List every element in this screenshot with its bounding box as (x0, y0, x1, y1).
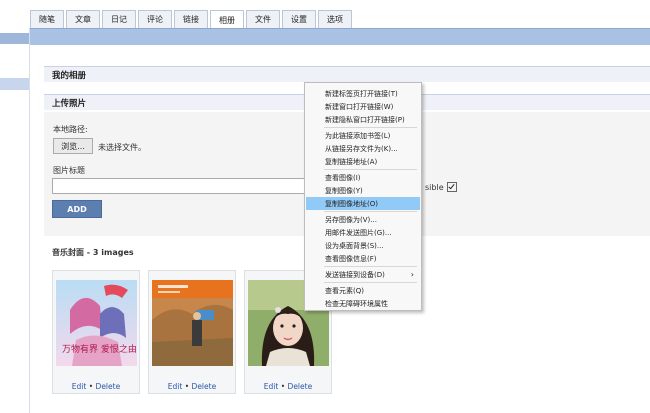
tab-links[interactable]: 链接 (174, 10, 208, 28)
thumbnail-caption: 万物有界 爱恨之由 (62, 343, 137, 355)
edit-link[interactable]: Edit (168, 382, 183, 391)
album-title: 音乐封面 - 3 images (52, 248, 134, 257)
delete-link[interactable]: Delete (288, 382, 313, 391)
menu-view-image-info[interactable]: 查看图像信息(F) (306, 252, 420, 265)
menu-separator (324, 169, 417, 170)
menu-inspect-element[interactable]: 查看元素(Q) (306, 284, 420, 297)
menu-copy-link-address[interactable]: 复制链接地址(A) (306, 155, 420, 168)
menu-open-link-new-tab[interactable]: 新建标签页打开链接(T) (306, 87, 420, 100)
menu-set-desktop-background[interactable]: 设为桌面背景(S)... (306, 239, 420, 252)
photo-card: 万物有界 爱恨之由 Edit • Delete (52, 270, 140, 394)
tab-comments[interactable]: 评论 (138, 10, 172, 28)
tab-options[interactable]: 选项 (318, 10, 352, 28)
tab-articles[interactable]: 文章 (66, 10, 100, 28)
photo-actions: Edit • Delete (245, 382, 331, 391)
menu-separator (324, 211, 417, 212)
menu-separator (324, 266, 417, 267)
page-title: 我的相册 (44, 66, 650, 82)
no-file-text: 未选择文件。 (98, 143, 146, 152)
action-separator: • (88, 382, 94, 391)
menu-copy-image[interactable]: 复制图像(Y) (306, 184, 420, 197)
photo-thumbnail[interactable] (152, 280, 233, 366)
menu-email-image[interactable]: 用邮件发送图片(G)... (306, 226, 420, 239)
visible-label: sible (425, 182, 444, 192)
menu-bookmark-link[interactable]: 为此链接添加书签(L) (306, 129, 420, 142)
top-bar (30, 28, 650, 45)
tab-albums[interactable]: 相册 (210, 10, 244, 29)
context-menu: 新建标签页打开链接(T) 新建窗口打开链接(W) 新建隐私窗口打开链接(P) 为… (304, 82, 422, 311)
menu-view-image[interactable]: 查看图像(I) (306, 171, 420, 184)
visible-checkbox[interactable] (446, 182, 457, 192)
menu-save-image-as[interactable]: 另存图像为(V)... (306, 213, 420, 226)
local-path-label: 本地路径: (53, 125, 88, 134)
chevron-right-icon: › (410, 270, 414, 279)
photo-actions: Edit • Delete (53, 382, 139, 391)
edit-link[interactable]: Edit (264, 382, 279, 391)
left-nav-stripe-light (0, 78, 30, 90)
menu-separator (324, 127, 417, 128)
photo-card: Edit • Delete (148, 270, 236, 394)
menu-save-link-as[interactable]: 从链接另存文件为(K)... (306, 142, 420, 155)
menu-send-link-to-device[interactable]: 发送链接到设备(D) › (306, 268, 420, 281)
image-title-input[interactable] (52, 178, 312, 194)
menu-open-link-private-window[interactable]: 新建隐私窗口打开链接(P) (306, 113, 420, 126)
add-button[interactable]: ADD (52, 200, 102, 218)
menu-separator (324, 282, 417, 283)
photo-thumbnail[interactable]: 万物有界 爱恨之由 (56, 280, 137, 366)
action-separator: • (184, 382, 190, 391)
tab-posts[interactable]: 随笔 (30, 10, 64, 28)
menu-copy-image-address[interactable]: 复制图像地址(O) (306, 197, 420, 210)
menu-open-link-new-window[interactable]: 新建窗口打开链接(W) (306, 100, 420, 113)
tab-settings[interactable]: 设置 (282, 10, 316, 28)
image-title-label: 图片标题 (53, 166, 85, 175)
left-divider (29, 28, 30, 413)
edit-link[interactable]: Edit (72, 382, 87, 391)
menu-inspect-accessibility[interactable]: 检查无障碍环境属性 (306, 297, 420, 310)
tab-diary[interactable]: 日记 (102, 10, 136, 28)
delete-link[interactable]: Delete (192, 382, 217, 391)
top-tabs: 随笔 文章 日记 评论 链接 相册 文件 设置 选项 (30, 10, 352, 29)
tab-files[interactable]: 文件 (246, 10, 280, 28)
left-nav-stripe (0, 33, 30, 44)
menu-send-link-label: 发送链接到设备(D) (325, 270, 385, 279)
action-separator: • (280, 382, 286, 391)
visible-option[interactable]: sible (425, 182, 457, 192)
photo-actions: Edit • Delete (149, 382, 235, 391)
browse-button[interactable]: 浏览... (53, 138, 93, 154)
delete-link[interactable]: Delete (96, 382, 121, 391)
